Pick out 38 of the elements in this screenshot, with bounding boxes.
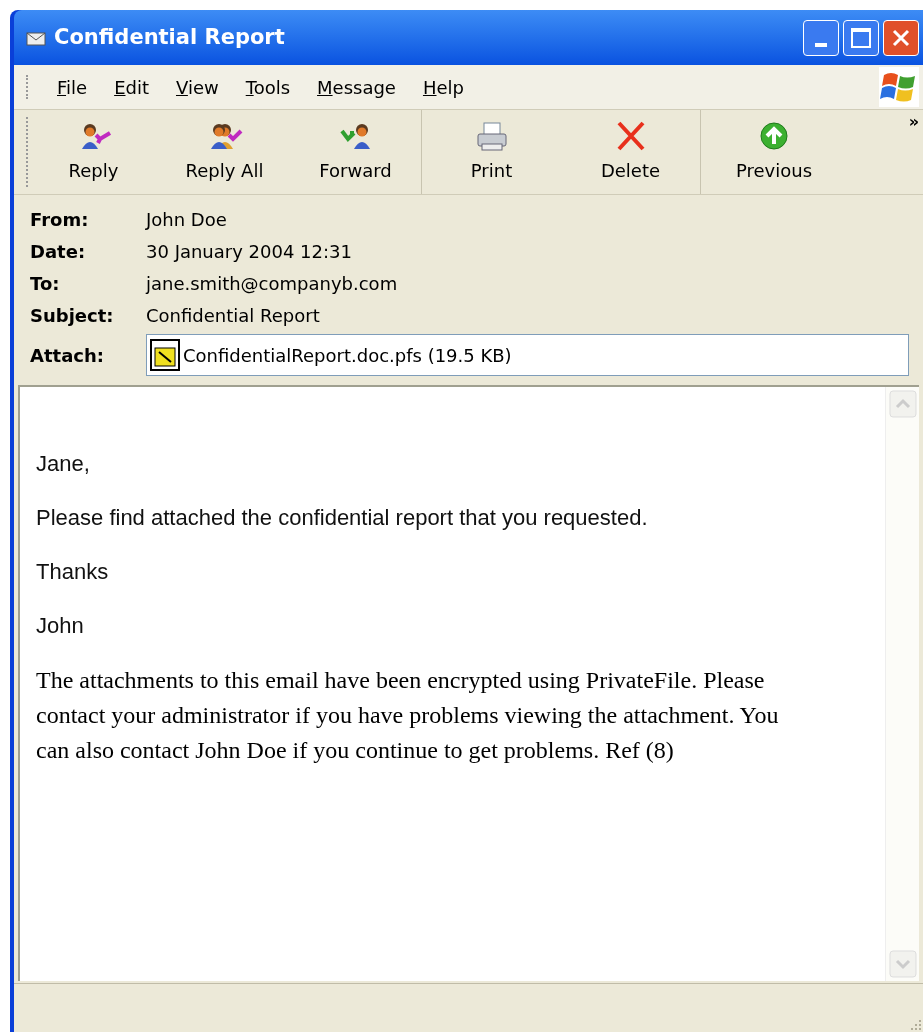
envelope-icon (26, 29, 46, 46)
header-value: John Doe (146, 207, 227, 232)
message-text: Jane, (36, 451, 91, 477)
close-button[interactable] (883, 19, 919, 56)
menu-item[interactable]: Edit (101, 73, 162, 101)
maximize-button[interactable] (843, 19, 879, 56)
header-label: To: (30, 271, 61, 296)
header-label: Subject: (30, 303, 115, 328)
window-title: Confidential Report (54, 23, 285, 51)
resize-grip-icon[interactable] (909, 1018, 923, 1032)
message-text: Please find attached the confidential report that you requested. (36, 505, 649, 531)
more-button[interactable]: » (908, 114, 919, 130)
file-icon (149, 338, 181, 372)
toolbar-button[interactable]: Delete (561, 114, 700, 190)
message-text: Thanks (36, 559, 110, 585)
toolbar-button[interactable]: Print (422, 114, 561, 190)
menu-item[interactable]: File (44, 73, 101, 101)
attachment-field[interactable]: ConfidentialReport.doc.pfs (19.5 KB) (146, 334, 909, 376)
header-label: Date: (30, 239, 87, 264)
toolbar-button[interactable]: Previous (701, 114, 847, 190)
menu-item[interactable]: Tools (232, 73, 304, 101)
attachment-name: ConfidentialReport.doc.pfs (19.5 KB) (183, 343, 512, 368)
menu-item[interactable]: Help (409, 73, 477, 101)
header-label: Attach: (30, 343, 105, 368)
header-value: 30 January 2004 12:31 (146, 239, 352, 264)
toolbar-button[interactable]: Reply All (159, 114, 290, 190)
header-label: From: (30, 207, 90, 232)
minimize-button[interactable] (803, 19, 839, 56)
toolbar-button[interactable]: Forward (290, 114, 421, 190)
close-icon (891, 27, 911, 48)
header-value: jane.smith@companyb.com (146, 271, 398, 296)
menu-item[interactable]: Message (304, 73, 409, 101)
header-value: Confidential Report (146, 303, 320, 328)
windows-logo-icon (879, 67, 919, 107)
message-text: John (36, 613, 85, 639)
menu-item[interactable]: View (163, 73, 232, 101)
encryption-notice: The attachments to this email have been encrypted using PrivateFile. Please contact your administrator if you have problems viewing the attachment. You can also contact John Doe if you continue to get problems. Ref (8) (36, 666, 780, 765)
toolbar-button[interactable]: Reply (28, 114, 159, 190)
